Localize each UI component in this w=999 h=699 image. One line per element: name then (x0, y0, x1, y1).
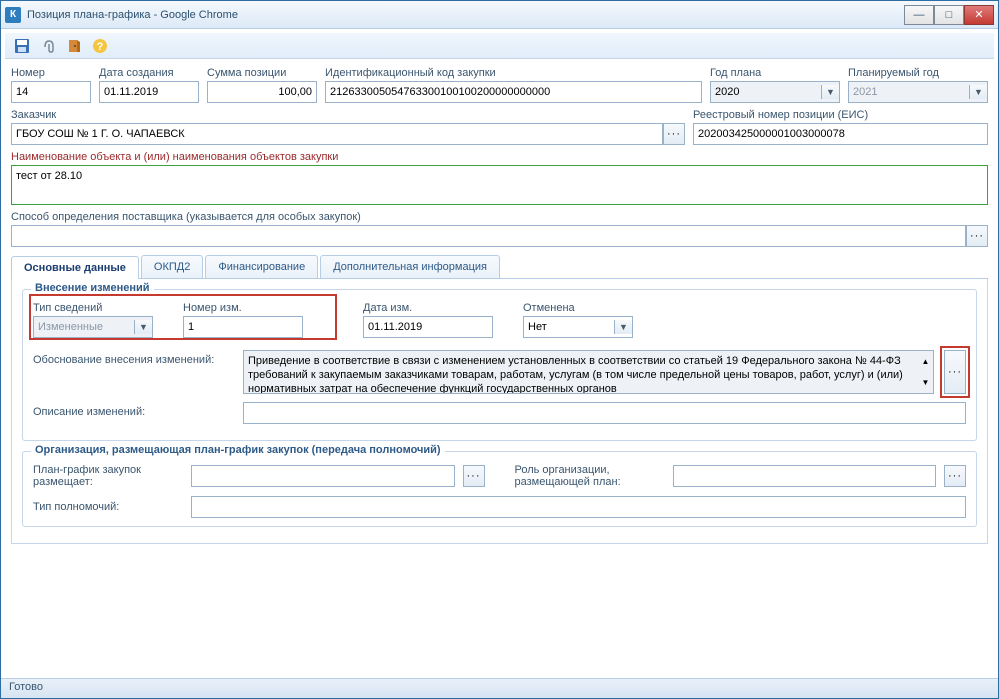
customer-label: Заказчик (11, 109, 685, 121)
org-fieldset: Организация, размещающая план-график зак… (22, 451, 977, 527)
save-icon[interactable] (13, 37, 31, 55)
status-text: Готово (9, 681, 43, 693)
justification-lookup-button[interactable]: ··· (944, 350, 966, 394)
chevron-down-icon[interactable]: ▼ (821, 85, 839, 99)
tab-additional[interactable]: Дополнительная информация (320, 255, 500, 278)
object-name-textarea[interactable] (11, 165, 988, 205)
date-created-input[interactable] (99, 81, 199, 103)
planned-year-label: Планируемый год (848, 67, 988, 79)
chevron-down-icon[interactable]: ▼ (969, 85, 987, 99)
supplier-method-lookup-button[interactable]: ··· (966, 225, 988, 247)
planned-year-value: 2021 (853, 86, 877, 98)
customer-lookup-button[interactable]: ··· (663, 123, 685, 145)
sum-label: Сумма позиции (207, 67, 317, 79)
cancelled-select[interactable]: Нет ▼ (523, 316, 633, 338)
change-date-label: Дата изм. (363, 302, 493, 314)
change-no-input[interactable] (183, 316, 303, 338)
content: Номер Дата создания Сумма позиции Иденти… (1, 63, 998, 678)
minimize-button[interactable]: — (904, 5, 934, 25)
description-input[interactable] (243, 402, 966, 424)
svg-text:?: ? (97, 41, 104, 53)
plan-year-value: 2020 (715, 86, 739, 98)
info-type-select[interactable]: Измененные ▼ (33, 316, 153, 338)
scroll-down-icon[interactable]: ▼ (918, 372, 933, 393)
org-legend: Организация, размещающая план-график зак… (31, 444, 445, 456)
object-name-label: Наименование объекта и (или) наименовани… (11, 151, 988, 163)
number-label: Номер (11, 67, 91, 79)
change-no-label: Номер изм. (183, 302, 303, 314)
changes-fieldset: Внесение изменений Тип сведений Измененн… (22, 289, 977, 441)
chevron-down-icon[interactable]: ▼ (614, 320, 632, 334)
maximize-button[interactable]: □ (934, 5, 964, 25)
cancelled-label: Отменена (523, 302, 633, 314)
places-label: План-график закупок размещает: (33, 464, 183, 488)
info-type-value: Измененные (38, 321, 103, 333)
planned-year-select[interactable]: 2021 ▼ (848, 81, 988, 103)
role-label: Роль организации, размещающей план: (515, 464, 665, 488)
role-lookup-button[interactable]: ··· (944, 465, 966, 487)
number-input[interactable] (11, 81, 91, 103)
scroll-up-icon[interactable]: ▲ (918, 351, 933, 372)
close-button[interactable]: ✕ (964, 5, 994, 25)
plan-year-label: Год плана (710, 67, 840, 79)
tab-panel-main: Внесение изменений Тип сведений Измененн… (11, 279, 988, 544)
status-bar: Готово (1, 678, 998, 698)
auth-type-label: Тип полномочий: (33, 501, 183, 513)
tab-main[interactable]: Основные данные (11, 256, 139, 279)
cancelled-value: Нет (528, 321, 547, 333)
auth-type-input[interactable] (191, 496, 966, 518)
paperclip-icon[interactable] (39, 37, 57, 55)
info-type-label: Тип сведений (33, 302, 153, 314)
ikz-label: Идентификационный код закупки (325, 67, 702, 79)
justification-scrollbar[interactable]: ▲ ▼ (918, 350, 934, 394)
supplier-method-label: Способ определения поставщика (указывает… (11, 211, 988, 223)
places-lookup-button[interactable]: ··· (463, 465, 485, 487)
plan-year-select[interactable]: 2020 ▼ (710, 81, 840, 103)
justification-label: Обоснование внесения изменений: (33, 350, 233, 366)
help-icon[interactable]: ? (91, 37, 109, 55)
tab-okpd2[interactable]: ОКПД2 (141, 255, 203, 278)
description-label: Описание изменений: (33, 402, 233, 418)
chevron-down-icon[interactable]: ▼ (134, 320, 152, 334)
date-created-label: Дата создания (99, 67, 199, 79)
sum-input[interactable] (207, 81, 317, 103)
registry-label: Реестровый номер позиции (ЕИС) (693, 109, 988, 121)
window-title: Позиция плана-графика - Google Chrome (27, 9, 238, 21)
tabs: Основные данные ОКПД2 Финансирование Доп… (11, 255, 988, 279)
registry-input[interactable] (693, 123, 988, 145)
window: К Позиция плана-графика - Google Chrome … (0, 0, 999, 699)
role-input[interactable] (673, 465, 937, 487)
supplier-method-input[interactable] (11, 225, 966, 247)
window-controls: — □ ✕ (904, 5, 994, 25)
tab-financing[interactable]: Финансирование (205, 255, 318, 278)
titlebar: К Позиция плана-графика - Google Chrome … (1, 1, 998, 29)
changes-legend: Внесение изменений (31, 282, 154, 294)
app-icon: К (5, 7, 21, 23)
door-icon[interactable] (65, 37, 83, 55)
ikz-input[interactable] (325, 81, 702, 103)
customer-input[interactable] (11, 123, 663, 145)
toolbar: ? (5, 33, 994, 59)
places-input[interactable] (191, 465, 455, 487)
justification-textarea[interactable] (243, 350, 918, 394)
change-date-input[interactable] (363, 316, 493, 338)
